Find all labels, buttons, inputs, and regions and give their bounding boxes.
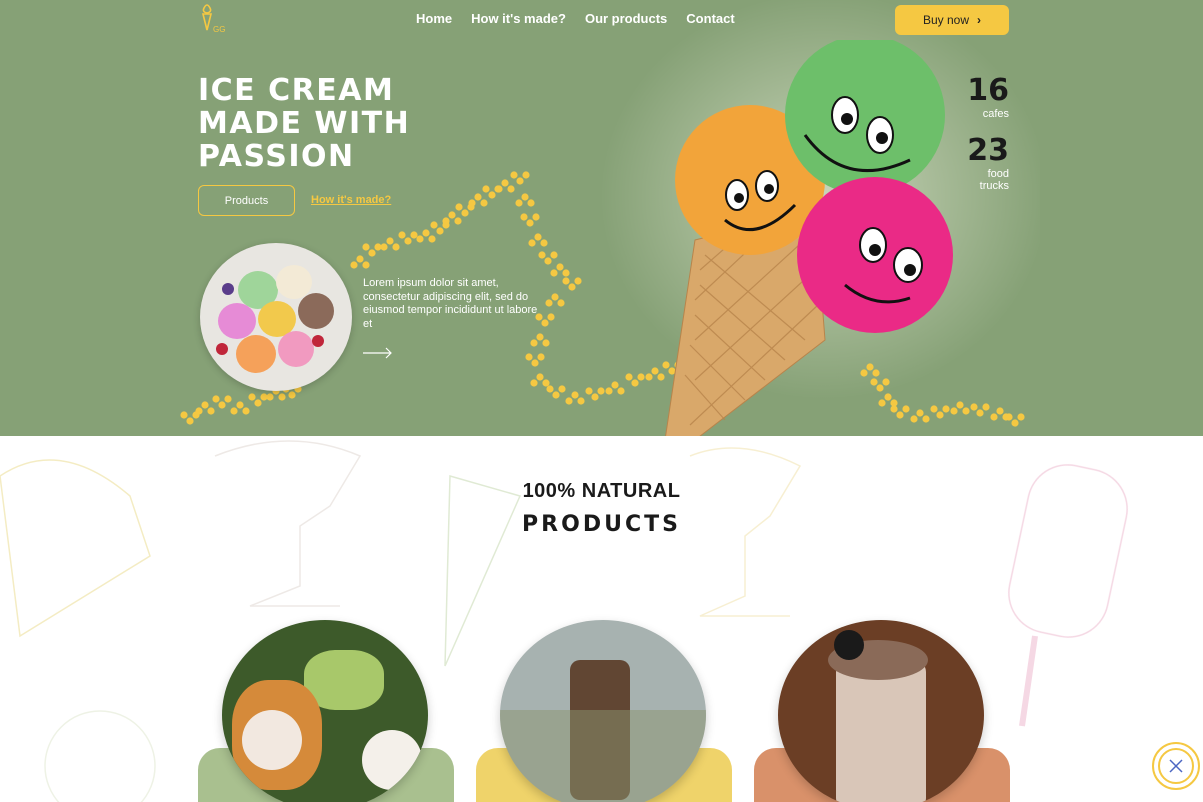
product-image-iced-coffee[interactable] xyxy=(500,620,706,802)
section-title-line-2: PRODUCTS xyxy=(522,512,681,537)
svg-text:GG: GG xyxy=(213,25,225,34)
hero-title: ICE CREAM MADE WITH PASSION xyxy=(198,74,498,173)
hero-title-line-2: MADE WITH xyxy=(198,106,411,141)
badge-stamp-icon[interactable] xyxy=(1152,742,1200,790)
hero-description: Lorem ipsum dolor sit amet, consectetur … xyxy=(363,277,538,330)
buy-now-button[interactable]: Buy now › xyxy=(895,5,1009,35)
stat-trucks-value: 23 xyxy=(967,133,1009,168)
section-title-line-1: 100% NATURAL xyxy=(522,480,681,502)
nav-contact[interactable]: Contact xyxy=(686,11,734,26)
ice-cream-logo-icon: GG xyxy=(201,4,225,34)
products-button[interactable]: Products xyxy=(198,185,295,216)
ice-cream-cone-image xyxy=(665,40,953,436)
product-image-waffle-cones[interactable] xyxy=(222,620,428,802)
how-its-made-link[interactable]: How it's made? xyxy=(311,194,391,206)
chevron-right-icon: › xyxy=(977,13,982,27)
stat-cafes-label: cafes xyxy=(982,108,1009,120)
product-image-milkshake[interactable] xyxy=(778,620,984,802)
nav-how-its-made[interactable]: How it's made? xyxy=(471,11,566,26)
products-section: 100% NATURAL PRODUCTS xyxy=(0,436,1203,802)
stats: 16 cafes 23 food trucks xyxy=(967,74,1009,206)
logo[interactable]: GG xyxy=(198,2,230,34)
main-nav: Home How it's made? Our products Contact xyxy=(416,11,735,26)
stat-trucks-label: food trucks xyxy=(979,168,1009,192)
hero-section: GG Home How it's made? Our products Cont… xyxy=(0,0,1203,436)
ice-cream-plate-image xyxy=(200,243,352,391)
buy-now-label: Buy now xyxy=(922,13,970,27)
stat-cafes-value: 16 xyxy=(967,73,1009,108)
hero-title-line-1: ICE CREAM xyxy=(198,73,395,108)
nav-our-products[interactable]: Our products xyxy=(585,11,667,26)
hero-title-line-3: PASSION xyxy=(198,139,355,174)
nav-home[interactable]: Home xyxy=(416,11,452,26)
arrow-right-icon[interactable] xyxy=(363,345,393,361)
